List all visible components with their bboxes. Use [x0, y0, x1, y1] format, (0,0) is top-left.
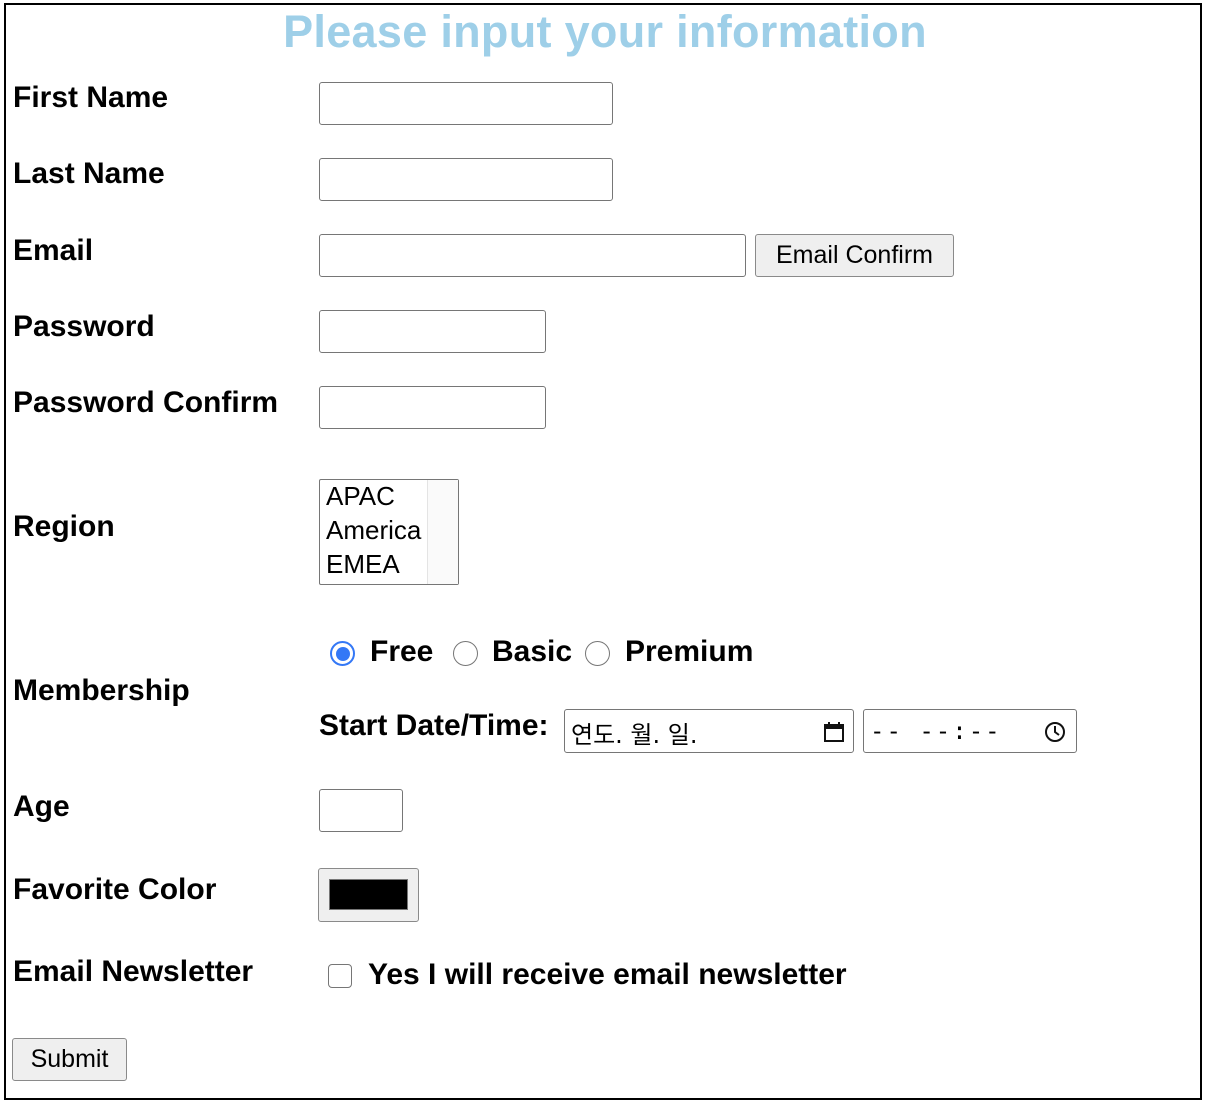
- date-placeholder: 연도. 월. 일.: [571, 721, 698, 749]
- newsletter-checkbox[interactable]: [328, 964, 352, 988]
- age-input[interactable]: [319, 789, 403, 832]
- email-newsletter-label: Email Newsletter: [13, 955, 254, 988]
- region-select[interactable]: APAC America EMEA: [319, 479, 459, 585]
- page-title: Please input your information: [283, 6, 927, 57]
- email-confirm-button[interactable]: Email Confirm: [755, 234, 954, 277]
- membership-free-label: Free: [370, 635, 434, 668]
- region-option[interactable]: APAC: [326, 481, 395, 512]
- region-scrollbar[interactable]: [427, 480, 458, 584]
- password-confirm-label: Password Confirm: [13, 386, 279, 419]
- last-name-label: Last Name: [13, 157, 165, 190]
- membership-basic-radio[interactable]: [453, 641, 478, 666]
- membership-premium-radio[interactable]: [585, 641, 610, 666]
- membership-basic-label: Basic: [492, 635, 573, 668]
- last-name-input[interactable]: [319, 158, 613, 201]
- favorite-color-label: Favorite Color: [13, 873, 217, 906]
- email-input[interactable]: [319, 234, 746, 277]
- newsletter-checkbox-label: Yes I will receive email newsletter: [368, 958, 847, 991]
- email-label: Email: [13, 234, 94, 267]
- region-label: Region: [13, 510, 115, 543]
- start-time-input[interactable]: -- --:--: [863, 709, 1077, 753]
- password-label: Password: [13, 310, 155, 343]
- submit-button[interactable]: Submit: [12, 1038, 127, 1081]
- calendar-icon[interactable]: [823, 721, 845, 743]
- region-option[interactable]: America: [326, 515, 421, 546]
- favorite-color-picker[interactable]: [318, 868, 419, 922]
- membership-label: Membership: [13, 674, 190, 707]
- region-option[interactable]: EMEA: [326, 549, 400, 580]
- start-datetime-label: Start Date/Time:: [319, 709, 549, 742]
- membership-premium-label: Premium: [625, 635, 754, 668]
- clock-icon[interactable]: [1044, 721, 1066, 743]
- membership-free-radio[interactable]: [330, 641, 355, 666]
- age-label: Age: [13, 790, 70, 823]
- first-name-label: First Name: [13, 81, 169, 114]
- first-name-input[interactable]: [319, 82, 613, 125]
- time-placeholder: -- --:--: [870, 717, 1002, 745]
- color-swatch: [329, 879, 408, 910]
- password-confirm-input[interactable]: [319, 386, 546, 429]
- start-date-input[interactable]: 연도. 월. 일.: [564, 709, 854, 753]
- password-input[interactable]: [319, 310, 546, 353]
